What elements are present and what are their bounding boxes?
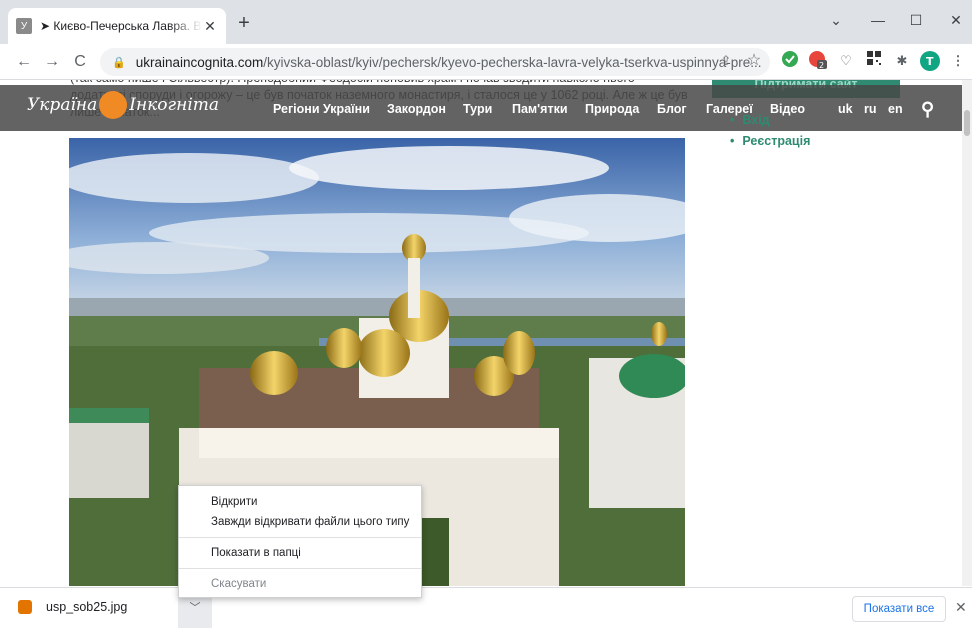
check-extension-icon[interactable]	[780, 51, 800, 71]
image-file-icon	[18, 600, 32, 614]
page-scrollbar[interactable]	[962, 80, 972, 586]
download-shelf-close-icon[interactable]: ✕	[955, 599, 967, 616]
tab-close-icon[interactable]: ✕	[202, 18, 218, 35]
download-shelf: usp_sob25.jpg ﹀ Показати все ✕	[0, 587, 972, 628]
menu-item-cancel[interactable]: Скасувати	[211, 574, 266, 594]
scrollbar-thumb[interactable]	[964, 110, 970, 136]
forward-button[interactable]: →	[38, 53, 66, 71]
login-link[interactable]: Вхід	[730, 110, 810, 131]
menu-divider	[179, 537, 421, 538]
tab-search-chevron-icon[interactable]: ⌄	[814, 8, 858, 32]
browser-tab[interactable]: У ➤ Києво-Печерська Лавра. Велика ✕	[8, 8, 226, 44]
reload-button[interactable]: C	[66, 53, 94, 71]
bookmark-star-icon[interactable]: ☆	[744, 51, 764, 71]
qr-code-icon[interactable]	[864, 51, 884, 71]
nav-sights[interactable]: Пам'ятки	[512, 102, 568, 116]
address-bar[interactable]: 🔒 ukrainaincognita.com/kyivska-oblast/ky…	[100, 48, 770, 76]
adblock-extension-icon[interactable]: 2	[808, 51, 828, 71]
menu-item-open[interactable]: Відкрити	[211, 492, 257, 512]
url-host: ukrainaincognita.com	[135, 54, 264, 70]
new-tab-button[interactable]: +	[232, 12, 256, 36]
svg-text:2: 2	[819, 61, 824, 69]
logo-sun-icon	[99, 91, 128, 119]
profile-avatar[interactable]: T	[920, 51, 940, 71]
close-window-button[interactable]: ✕	[934, 8, 972, 32]
site-logo[interactable]: Україна Інкогніта	[27, 91, 219, 119]
logo-text-right: Інкогніта	[129, 95, 220, 115]
lang-en[interactable]: en	[888, 102, 903, 116]
favicon-icon: У	[16, 18, 32, 34]
menu-kebab-icon[interactable]: ⋮	[948, 51, 968, 71]
menu-item-always-open[interactable]: Завжди відкривати файли цього типу	[211, 512, 409, 532]
pocket-icon[interactable]: ♡	[836, 51, 856, 71]
nav-abroad[interactable]: Закордон	[387, 102, 446, 116]
nav-blog[interactable]: Блог	[657, 102, 687, 116]
share-icon[interactable]: ⇪	[716, 51, 736, 71]
download-context-menu: Відкрити Завжди відкривати файли цього т…	[178, 485, 422, 598]
maximize-button[interactable]: ☐	[894, 8, 938, 32]
logo-text-left: Україна	[27, 95, 98, 115]
extensions-puzzle-icon[interactable]: ✱	[892, 51, 912, 71]
nav-tours[interactable]: Тури	[463, 102, 492, 116]
nav-nature[interactable]: Природа	[585, 102, 639, 116]
download-filename: usp_sob25.jpg	[46, 600, 128, 614]
sidebar-links: Вхід Реєстрація	[730, 110, 810, 152]
register-link[interactable]: Реєстрація	[730, 131, 810, 152]
tab-strip: У ➤ Києво-Печерська Лавра. Велика ✕ + ⌄ …	[0, 0, 972, 44]
svg-text:T: T	[926, 55, 934, 68]
back-button[interactable]: ←	[10, 53, 38, 71]
lock-icon: 🔒	[112, 56, 126, 69]
url-path: /kyivska-oblast/kyiv/pechersk/kyevo-pech…	[263, 54, 762, 70]
menu-divider	[179, 568, 421, 569]
web-page: (так само пише і Сільвестр). Преподобний…	[0, 80, 962, 586]
nav-regions[interactable]: Регіони України	[273, 102, 370, 116]
tab-title: ➤ Києво-Печерська Лавра. Велика	[40, 19, 202, 33]
search-icon[interactable]: ⚲	[921, 99, 934, 120]
show-all-button[interactable]: Показати все	[852, 596, 946, 622]
site-menu-bar: Україна Інкогніта Регіони України Закорд…	[0, 85, 962, 131]
menu-item-show-in-folder[interactable]: Показати в папці	[211, 543, 301, 563]
lang-ru[interactable]: ru	[864, 102, 877, 116]
download-item[interactable]: usp_sob25.jpg	[18, 600, 127, 614]
lang-uk[interactable]: uk	[838, 102, 853, 116]
